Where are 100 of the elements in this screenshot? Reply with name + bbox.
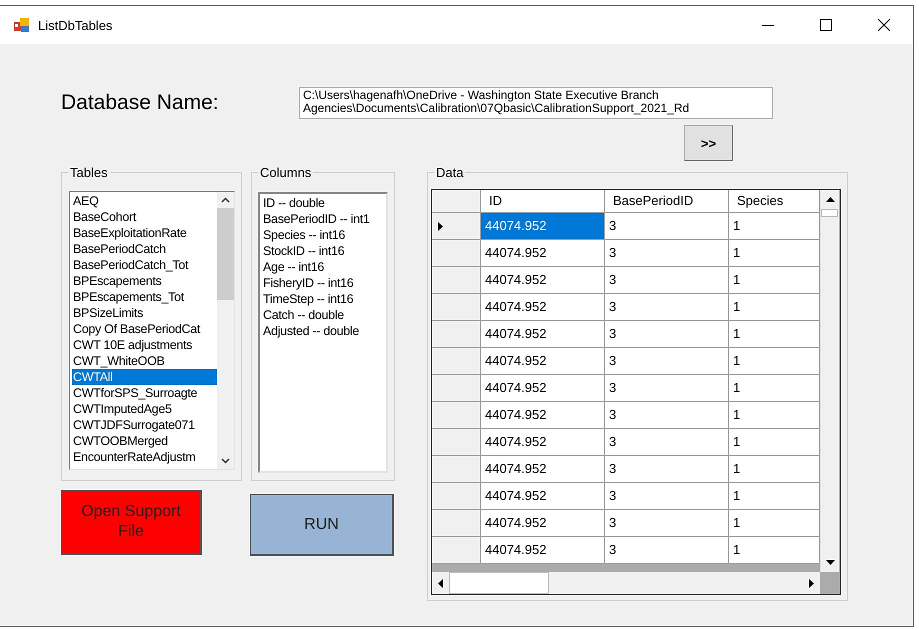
scrollbar[interactable] bbox=[432, 572, 820, 594]
scroll-up-icon bbox=[826, 197, 834, 202]
table-list-item[interactable]: CWTImputedAge5 bbox=[72, 401, 217, 417]
column-list-item[interactable]: TimeStep -- int16 bbox=[262, 291, 386, 307]
table-cell: 1 bbox=[729, 294, 820, 321]
table-list-item[interactable]: AEQ bbox=[72, 193, 217, 209]
column-list-item[interactable]: StockID -- int16 bbox=[262, 243, 386, 259]
table-cell: 1 bbox=[729, 348, 820, 375]
table-cell: 44074.952 bbox=[481, 267, 605, 294]
row-header[interactable] bbox=[432, 321, 481, 348]
scrollbar[interactable] bbox=[820, 190, 839, 572]
table-cell: 44074.952 bbox=[481, 294, 605, 321]
table-cell: 1 bbox=[729, 375, 820, 402]
table-cell: 3 bbox=[605, 456, 729, 483]
database-name-label: Database Name: bbox=[61, 91, 220, 115]
row-header[interactable] bbox=[432, 483, 481, 510]
column-list-item[interactable]: BasePeriodID -- int1 bbox=[262, 211, 386, 227]
table-cell: 3 bbox=[605, 510, 729, 537]
table-cell: 44074.952 bbox=[481, 537, 605, 564]
table-cell: 1 bbox=[729, 429, 820, 456]
column-header[interactable]: BasePeriodID bbox=[605, 190, 729, 213]
maximize-icon bbox=[820, 19, 832, 31]
row-header[interactable] bbox=[432, 510, 481, 537]
table-cell: 1 bbox=[729, 240, 820, 267]
row-header[interactable] bbox=[432, 240, 481, 267]
table-cell: 1 bbox=[729, 321, 820, 348]
table-list-item[interactable]: BaseCohort bbox=[72, 209, 217, 225]
row-header[interactable] bbox=[432, 348, 481, 375]
app-icon bbox=[14, 17, 30, 33]
row-header[interactable] bbox=[432, 267, 481, 294]
table-cell: 3 bbox=[605, 402, 729, 429]
table-cell: 1 bbox=[729, 213, 820, 240]
close-icon bbox=[878, 19, 890, 31]
table-cell: 3 bbox=[605, 267, 729, 294]
table-cell: 44074.952 bbox=[481, 375, 605, 402]
table-cell: 44074.952 bbox=[481, 240, 605, 267]
table-cell: 44074.952 bbox=[481, 402, 605, 429]
table-cell: 44074.952 bbox=[481, 429, 605, 456]
scroll-down-icon bbox=[826, 560, 834, 565]
row-header[interactable] bbox=[432, 402, 481, 429]
table-list-item[interactable]: CWTforSPS_Surroagte bbox=[72, 385, 217, 401]
table-list-item[interactable]: BPEscapements_Tot bbox=[72, 289, 217, 305]
table-cell: 44074.952 bbox=[481, 456, 605, 483]
row-header[interactable] bbox=[432, 537, 481, 564]
scroll-up-icon bbox=[221, 197, 230, 203]
column-list-item[interactable]: Age -- int16 bbox=[262, 259, 386, 275]
open-file-button[interactable]: Open Support File bbox=[61, 490, 202, 555]
table-cell: 3 bbox=[605, 321, 729, 348]
table-list-item[interactable]: CWTJDFSurrogate071 bbox=[72, 417, 217, 433]
row-header[interactable] bbox=[432, 375, 481, 402]
table-cell: 1 bbox=[729, 510, 820, 537]
scroll-down-icon bbox=[221, 458, 230, 464]
table-cell: 3 bbox=[605, 348, 729, 375]
column-list-item[interactable]: FisheryID -- int16 bbox=[262, 275, 386, 291]
row-header[interactable] bbox=[432, 456, 481, 483]
scroll-thumb[interactable] bbox=[449, 572, 549, 594]
row-header[interactable] bbox=[432, 294, 481, 321]
table-list-item[interactable]: CWTOOBMerged bbox=[72, 433, 217, 449]
table-cell: 1 bbox=[729, 402, 820, 429]
table-list-item[interactable]: CWT_WhiteOOB bbox=[72, 353, 217, 369]
database-path-field[interactable]: C:\Users\hagenafh\OneDrive - Washington State Executive Branch Agencies\Documents\Calibration\07Qbasic\CalibrationSupport_2021_Rd bbox=[299, 87, 773, 119]
column-header[interactable]: Species bbox=[729, 190, 820, 213]
row-header[interactable] bbox=[432, 429, 481, 456]
column-list-item[interactable]: Adjusted -- double bbox=[262, 323, 386, 339]
group-label: Tables bbox=[68, 165, 110, 180]
table-list-item[interactable]: CWTAll bbox=[72, 369, 217, 385]
table-cell: 3 bbox=[605, 537, 729, 564]
scroll-right-icon bbox=[809, 578, 814, 588]
table-list-item[interactable]: EncounterRateAdjustm bbox=[72, 449, 217, 465]
group-label: Data bbox=[434, 165, 466, 180]
table-list-item[interactable]: Copy Of BasePeriodCat bbox=[72, 321, 217, 337]
window-title: ListDbTables bbox=[38, 18, 112, 32]
table-list-item[interactable]: BasePeriodCatch_Tot bbox=[72, 257, 217, 273]
table-cell: 44074.952 bbox=[481, 348, 605, 375]
table-list-item[interactable]: BPEscapements bbox=[72, 273, 217, 289]
scrollbar[interactable] bbox=[217, 192, 234, 469]
table-list-item[interactable]: BasePeriodCatch bbox=[72, 241, 217, 257]
table-cell: 44074.952 bbox=[481, 483, 605, 510]
column-list-item[interactable]: ID -- double bbox=[262, 195, 386, 211]
column-list-item[interactable]: Species -- int16 bbox=[262, 227, 386, 243]
table-list-item[interactable]: BPSizeLimits bbox=[72, 305, 217, 321]
table-cell: 44074.952 bbox=[481, 510, 605, 537]
table-cell: 1 bbox=[729, 267, 820, 294]
table-cell: 3 bbox=[605, 429, 729, 456]
run-button[interactable]: RUN bbox=[250, 494, 394, 556]
browse-button[interactable]: >> bbox=[684, 125, 733, 161]
scroll-left-icon bbox=[438, 578, 443, 588]
column-list-item[interactable]: Catch -- double bbox=[262, 307, 386, 323]
row-header[interactable] bbox=[432, 213, 481, 240]
scroll-thumb[interactable] bbox=[821, 209, 838, 217]
table-cell: 3 bbox=[605, 294, 729, 321]
table-list-item[interactable]: CWT 10E adjustments bbox=[72, 337, 217, 353]
table-list-item[interactable]: BaseExploitationRate bbox=[72, 225, 217, 241]
table-cell: 3 bbox=[605, 375, 729, 402]
column-header[interactable]: ID bbox=[481, 190, 605, 213]
table-cell: 3 bbox=[605, 483, 729, 510]
scroll-thumb[interactable] bbox=[217, 208, 234, 300]
table-cell: 1 bbox=[729, 456, 820, 483]
table-cell: 44074.952 bbox=[481, 321, 605, 348]
table-cell: 3 bbox=[605, 213, 729, 240]
